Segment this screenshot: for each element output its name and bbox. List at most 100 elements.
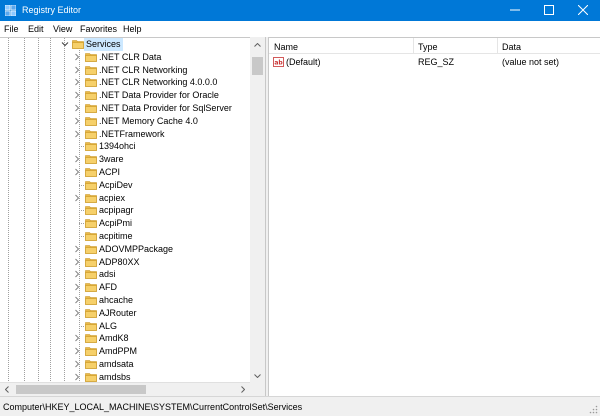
tree-vertical-scrollbar[interactable] bbox=[250, 37, 265, 382]
tree-item[interactable]: .NETFramework bbox=[0, 128, 250, 141]
chevron-right-icon[interactable] bbox=[73, 258, 81, 266]
menu-view[interactable]: View bbox=[53, 24, 72, 34]
menu-file[interactable]: File bbox=[4, 24, 19, 34]
chevron-right-icon[interactable] bbox=[73, 309, 81, 317]
resize-grip-icon[interactable] bbox=[588, 404, 598, 414]
tree-item-label: .NET Memory Cache 4.0 bbox=[99, 115, 198, 126]
chevron-right-icon[interactable] bbox=[73, 373, 81, 381]
column-header-name[interactable]: Name bbox=[274, 42, 298, 52]
tree-item[interactable]: ahcache bbox=[0, 294, 250, 307]
chevron-right-icon[interactable] bbox=[73, 104, 81, 112]
column-divider[interactable] bbox=[497, 38, 498, 54]
minimize-button[interactable] bbox=[498, 0, 532, 21]
chevron-right-icon bbox=[241, 385, 246, 395]
tree-item[interactable]: AJRouter bbox=[0, 307, 250, 320]
tree-item-label: acpipagr bbox=[99, 205, 134, 216]
close-button[interactable] bbox=[566, 0, 600, 21]
folder-icon bbox=[85, 77, 97, 88]
tree-item[interactable]: acpiex bbox=[0, 192, 250, 205]
chevron-right-icon[interactable] bbox=[73, 78, 81, 86]
tree-connector-line bbox=[79, 146, 84, 148]
chevron-right-icon[interactable] bbox=[73, 270, 81, 278]
tree-item[interactable]: adsi bbox=[0, 268, 250, 281]
tree-item[interactable]: ADOVMPPackage bbox=[0, 243, 250, 256]
chevron-right-icon[interactable] bbox=[73, 117, 81, 125]
folder-icon bbox=[85, 180, 97, 190]
tree-item[interactable]: Services bbox=[0, 38, 250, 51]
title-bar[interactable]: Registry Editor bbox=[0, 0, 600, 21]
scroll-thumb[interactable] bbox=[16, 385, 146, 394]
chevron-down-icon[interactable] bbox=[61, 40, 69, 48]
maximize-button[interactable] bbox=[532, 0, 566, 21]
tree-item[interactable]: AcpiDev bbox=[0, 179, 250, 192]
chevron-right-icon[interactable] bbox=[73, 245, 81, 253]
chevron-right-icon[interactable] bbox=[73, 155, 81, 163]
tree-item[interactable]: .NET CLR Data bbox=[0, 51, 250, 64]
tree-connector-line bbox=[79, 184, 84, 186]
folder-icon bbox=[85, 103, 97, 113]
tree-item[interactable]: .NET Memory Cache 4.0 bbox=[0, 115, 250, 128]
tree-item-label: acpitime bbox=[99, 231, 133, 241]
tree-item[interactable]: AmdPPM bbox=[0, 345, 250, 358]
folder-icon bbox=[85, 257, 97, 267]
chevron-right-icon[interactable] bbox=[73, 334, 81, 342]
menu-favorites[interactable]: Favorites bbox=[80, 24, 117, 34]
tree-item[interactable]: AmdK8 bbox=[0, 332, 250, 345]
chevron-up-icon bbox=[254, 39, 261, 49]
registry-key-tree[interactable]: Services .NET CLR Data .NET CLR Networking… bbox=[0, 37, 265, 382]
tree-item[interactable]: .NET Data Provider for Oracle bbox=[0, 89, 250, 102]
chevron-right-icon[interactable] bbox=[73, 296, 81, 304]
tree-item[interactable]: .NET Data Provider for SqlServer bbox=[0, 102, 250, 115]
tree-item[interactable]: amdsbs bbox=[0, 371, 250, 382]
chevron-right-icon[interactable] bbox=[73, 91, 81, 99]
scroll-left-button[interactable] bbox=[0, 383, 14, 397]
tree-horizontal-scrollbar[interactable] bbox=[0, 382, 250, 396]
tree-item-label: amdsata bbox=[99, 359, 134, 369]
tree-item-label: acpiex bbox=[99, 192, 126, 203]
chevron-right-icon[interactable] bbox=[73, 168, 81, 176]
tree-item[interactable]: .NET CLR Networking bbox=[0, 64, 250, 77]
scroll-right-button[interactable] bbox=[236, 383, 250, 397]
list-item[interactable]: ab (Default) REG_SZ (value not set) bbox=[269, 56, 600, 69]
tree-item[interactable]: ALG bbox=[0, 320, 250, 333]
tree-item-label: ALG bbox=[99, 320, 118, 331]
chevron-down-icon bbox=[254, 370, 261, 380]
scroll-up-button[interactable] bbox=[250, 37, 265, 51]
tree-item-label: Services bbox=[84, 38, 123, 51]
tree-item[interactable]: 3ware bbox=[0, 153, 250, 166]
tree-item[interactable]: ACPI bbox=[0, 166, 250, 179]
column-header-type[interactable]: Type bbox=[418, 42, 438, 52]
chevron-right-icon[interactable] bbox=[73, 130, 81, 138]
tree-item-label: AFD bbox=[99, 282, 117, 293]
tree-item[interactable]: ADP80XX bbox=[0, 256, 250, 269]
chevron-right-icon[interactable] bbox=[73, 360, 81, 368]
menu-help[interactable]: Help bbox=[123, 24, 142, 34]
tree-item[interactable]: acpipagr bbox=[0, 204, 250, 217]
tree-item[interactable]: amdsata bbox=[0, 358, 250, 371]
tree-item[interactable]: AFD bbox=[0, 281, 250, 294]
chevron-right-icon[interactable] bbox=[73, 66, 81, 74]
tree-item[interactable]: AcpiPmi bbox=[0, 217, 250, 230]
current-key-path: Computer\HKEY_LOCAL_MACHINE\SYSTEM\Curre… bbox=[3, 402, 303, 412]
close-icon bbox=[577, 4, 589, 17]
tree-item[interactable]: 1394ohci bbox=[0, 140, 250, 153]
tree-item[interactable]: .NET CLR Networking 4.0.0.0 bbox=[0, 76, 250, 89]
tree-item-label: AcpiDev bbox=[99, 179, 133, 190]
menu-edit[interactable]: Edit bbox=[28, 24, 44, 34]
scroll-thumb[interactable] bbox=[252, 57, 263, 75]
chevron-right-icon[interactable] bbox=[73, 194, 81, 202]
chevron-right-icon[interactable] bbox=[73, 283, 81, 291]
folder-icon bbox=[85, 321, 97, 331]
column-divider[interactable] bbox=[413, 38, 414, 54]
folder-icon bbox=[85, 333, 97, 344]
column-header-data[interactable]: Data bbox=[502, 42, 521, 52]
tree-item[interactable]: acpitime bbox=[0, 230, 250, 243]
tree-item-label: AJRouter bbox=[99, 307, 137, 318]
folder-icon bbox=[85, 154, 97, 164]
scroll-down-button[interactable] bbox=[250, 368, 265, 382]
folder-icon bbox=[85, 244, 97, 254]
chevron-right-icon[interactable] bbox=[73, 347, 81, 355]
chevron-right-icon[interactable] bbox=[73, 53, 81, 61]
tree-item-label: .NET Data Provider for SqlServer bbox=[99, 103, 232, 113]
registry-values-list[interactable]: Name Type Data ab (Default) REG_SZ (valu… bbox=[269, 37, 600, 396]
